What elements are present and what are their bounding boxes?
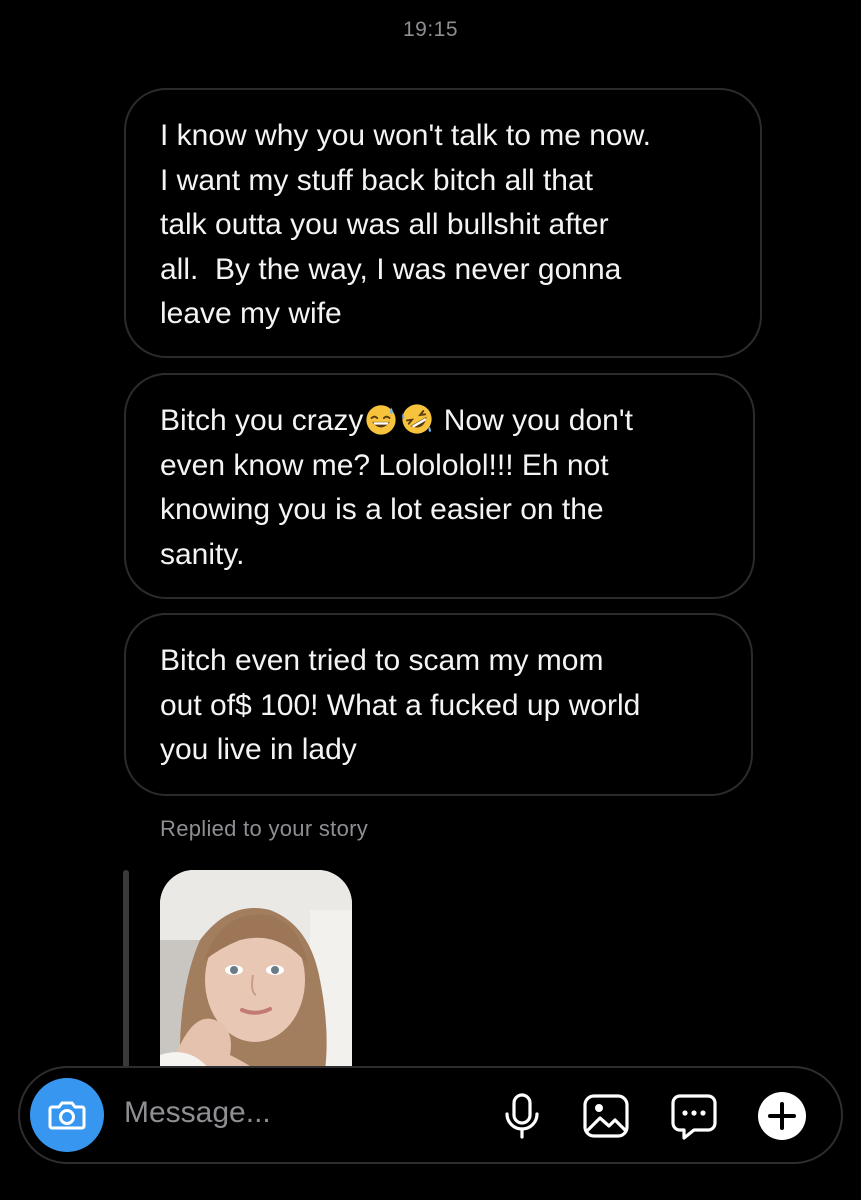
message-line: out of$ 100! What a fucked up world	[160, 688, 641, 722]
message-line: even know me? Lolololol!!! Eh not	[160, 448, 609, 482]
gallery-button[interactable]	[578, 1088, 634, 1144]
message-line: you live in lady	[160, 733, 357, 766]
message-input[interactable]	[124, 1096, 484, 1130]
camera-button[interactable]	[30, 1078, 104, 1152]
story-reply-bar	[123, 870, 129, 1070]
story-reply-note: Replied to your story	[160, 816, 369, 841]
microphone-icon	[505, 1093, 539, 1139]
message-line: I know why you won't talk to me now.	[160, 119, 651, 152]
story-photo	[160, 870, 352, 1070]
message-composer	[18, 1066, 843, 1164]
sticker-button[interactable]	[666, 1088, 722, 1144]
message-bubble[interactable]: Bitch you crazy Now you don't even know …	[124, 373, 755, 599]
message-text: Now you don't	[435, 404, 633, 437]
sticker-icon	[671, 1094, 717, 1140]
message-bubble[interactable]: I know why you won't talk to me now. I w…	[124, 88, 762, 358]
message-line: all. By the way, I was never gonna	[160, 252, 622, 286]
message-line: Bitch you crazy Now you don't	[160, 399, 717, 444]
message-bubble[interactable]: Bitch even tried to scam my mom out of$ …	[124, 613, 753, 796]
rofl-emoji	[402, 404, 433, 434]
grinning-sweat-emoji	[366, 405, 397, 435]
chat-timestamp: 19:15	[402, 18, 459, 41]
plus-icon	[758, 1092, 806, 1140]
message-line: Bitch even tried to scam my mom	[160, 644, 604, 677]
message-line: sanity.	[160, 537, 245, 571]
microphone-button[interactable]	[494, 1088, 550, 1144]
message-line: I want my stuff back bitch all that	[160, 163, 593, 197]
message-line: talk outta you was all bullshit after	[160, 208, 609, 241]
image-icon	[583, 1094, 629, 1138]
message-line: knowing you is a lot easier on the	[160, 493, 604, 526]
camera-icon	[48, 1101, 86, 1130]
message-text: Bitch you crazy	[160, 404, 364, 437]
story-thumbnail[interactable]	[160, 870, 352, 1070]
add-button[interactable]	[754, 1088, 810, 1144]
message-line: leave my wife	[160, 297, 342, 330]
